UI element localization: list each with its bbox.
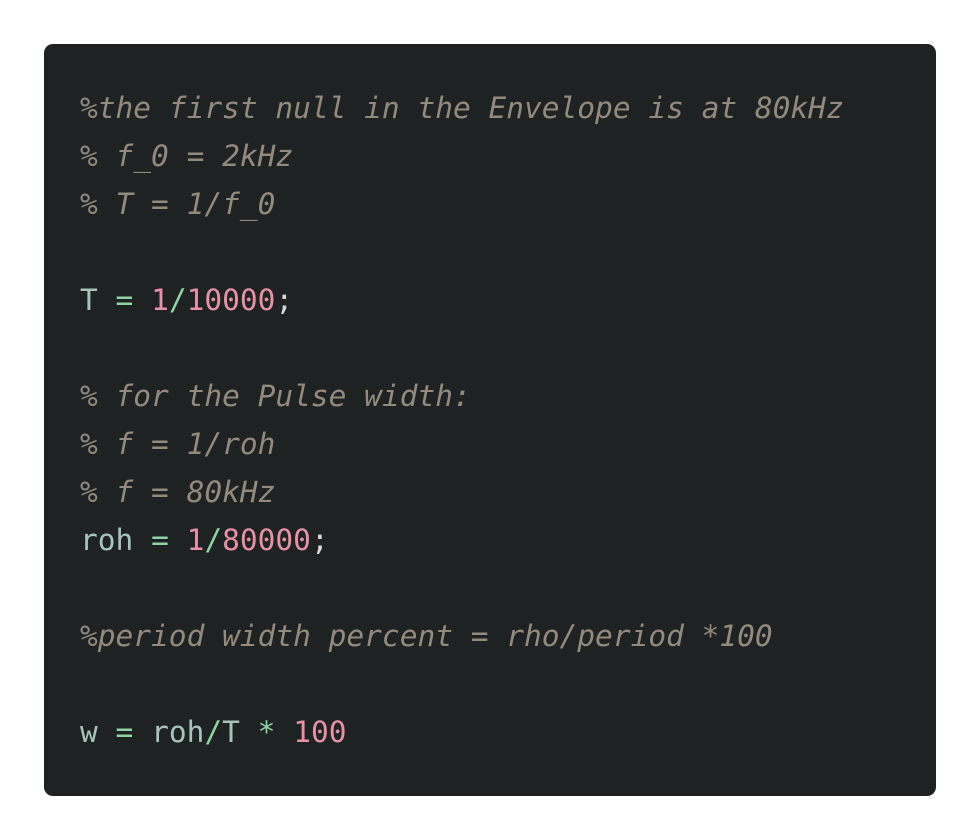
operator-token: / [204, 523, 223, 557]
identifier-token: T [222, 715, 240, 749]
operator-token: * [257, 715, 276, 749]
code-line: % f = 80kHz [80, 468, 844, 516]
identifier-token: w [80, 715, 98, 749]
operator-token: / [168, 283, 187, 317]
code-line: %period width percent = rho/period *100 [80, 612, 844, 660]
code-line: % T = 1/f_0 [80, 180, 844, 228]
number-token: 1 [151, 283, 169, 317]
operator-token: = [151, 523, 169, 557]
operator-token: = [115, 283, 134, 317]
operator-token: = [115, 715, 134, 749]
comment-text: % for the Pulse width: [80, 379, 471, 413]
code-block: %the first null in the Envelope is at 80… [44, 44, 936, 796]
punctuation-token: ; [275, 283, 294, 317]
number-token: 10000 [186, 283, 276, 317]
code-line: % for the Pulse width: [80, 372, 844, 420]
code-line: w = roh/T * 100 [80, 708, 844, 756]
comment-text: % f_0 = 2kHz [80, 139, 294, 173]
comment-text: % f = 80kHz [80, 475, 276, 509]
comment-text: % f = 1/roh [80, 427, 276, 461]
identifier-token: T [80, 283, 98, 317]
identifier-token: roh [80, 523, 134, 557]
comment-text: %the first null in the Envelope is at 80… [80, 91, 844, 125]
punctuation-token: ; [310, 523, 329, 557]
comment-text: % T = 1/f_0 [80, 187, 276, 221]
number-token: 80000 [222, 523, 311, 557]
number-token: 100 [293, 715, 347, 749]
code-content: %the first null in the Envelope is at 80… [80, 84, 844, 756]
identifier-token: roh [151, 715, 205, 749]
code-line: roh = 1/80000; [80, 516, 844, 564]
code-line: T = 1/10000; [80, 276, 844, 324]
comment-text: %period width percent = rho/period *100 [80, 619, 773, 653]
number-token: 1 [186, 523, 205, 557]
operator-token: / [204, 715, 223, 749]
code-line: %the first null in the Envelope is at 80… [80, 84, 844, 132]
code-line: % f_0 = 2kHz [80, 132, 844, 180]
code-line: % f = 1/roh [80, 420, 844, 468]
